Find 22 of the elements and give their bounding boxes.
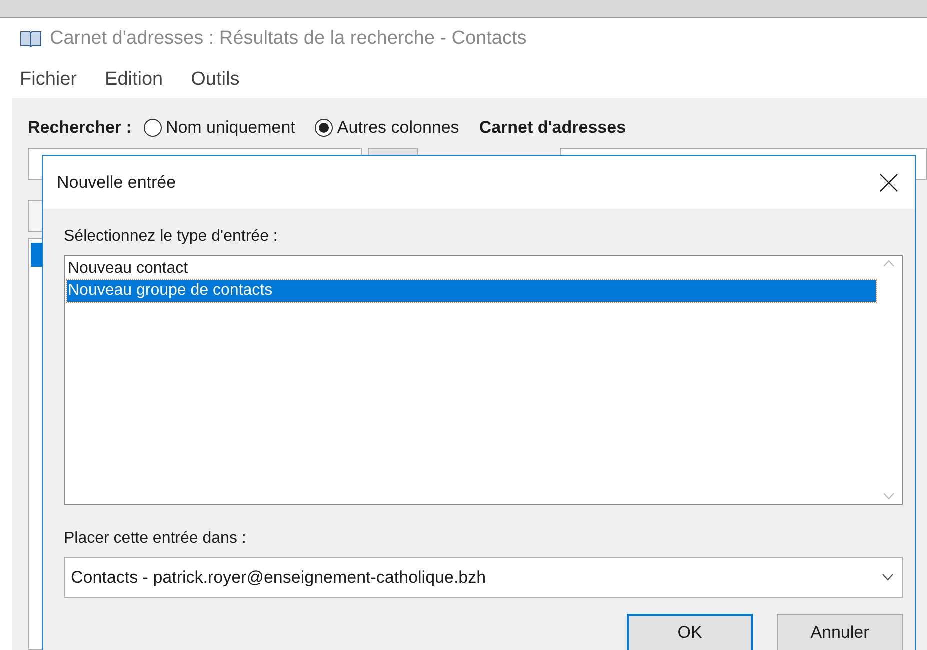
radio-option[interactable]: Autres colonnes [315, 115, 460, 140]
menu-item[interactable]: Edition [105, 66, 164, 94]
entry-type-item[interactable]: Nouveau contact [67, 258, 876, 280]
book-icon [20, 30, 42, 48]
radio-option[interactable]: Nom uniquement [144, 115, 296, 140]
selected-row[interactable] [31, 243, 43, 267]
address-book-label: Carnet d'adresses [479, 117, 626, 139]
place-dropdown[interactable]: Contacts - patrick.royer@enseignement-catholique.bzh [64, 557, 903, 598]
window-title: Carnet d'adresses : Résultats de la recherche - Contacts [50, 26, 527, 51]
menu-item[interactable]: Outils [191, 66, 240, 94]
entry-type-label: Sélectionnez le type d'entrée : [64, 227, 279, 247]
place-label: Placer cette entrée dans : [64, 529, 248, 549]
menu-item[interactable]: Fichier [20, 66, 78, 94]
dialog-button[interactable]: OK [627, 614, 753, 650]
scroll-up-icon[interactable] [883, 260, 895, 267]
dropdown-caret-icon [882, 574, 894, 581]
close-icon [880, 174, 898, 192]
dialog-title: Nouvelle entrée [57, 172, 176, 194]
search-label: Rechercher : [28, 117, 132, 139]
entry-type-item[interactable]: Nouveau groupe de contacts [67, 280, 876, 302]
dialog-button[interactable]: Annuler [777, 614, 903, 650]
scroll-down-icon[interactable] [883, 493, 895, 500]
